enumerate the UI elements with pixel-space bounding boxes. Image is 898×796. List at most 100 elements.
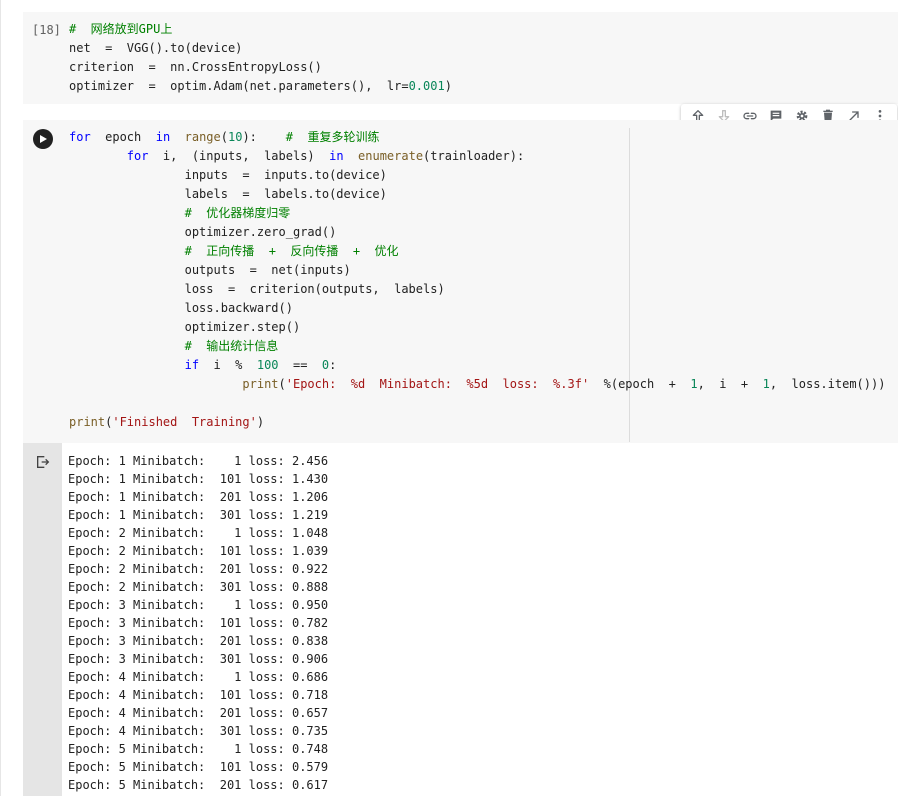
code-line[interactable]: print('Epoch: %d Minibatch: %5d loss: %.… — [69, 375, 885, 394]
output-line: Epoch: 1 Minibatch: 301 loss: 1.219 — [68, 508, 329, 522]
output-line: Epoch: 3 Minibatch: 101 loss: 0.782 — [68, 616, 329, 630]
output-line: Epoch: 2 Minibatch: 101 loss: 1.039 — [68, 544, 329, 558]
code-token: 10 — [227, 130, 243, 144]
code-token: inputs = inputs.to(device) — [69, 168, 387, 182]
output-line: Epoch: 5 Minibatch: 1 loss: 0.748 — [68, 742, 329, 756]
code-token: 100 — [256, 358, 279, 372]
output-line: Epoch: 5 Minibatch: 101 loss: 0.579 — [68, 760, 329, 774]
code-token: 1 — [762, 377, 770, 391]
code-token: for — [126, 149, 149, 163]
code-token: for — [69, 130, 91, 144]
code-token: # 重复多轮训练 — [285, 130, 380, 144]
output-line: Epoch: 2 Minibatch: 201 loss: 0.922 — [68, 562, 329, 576]
output-line: Epoch: 1 Minibatch: 1 loss: 2.456 — [68, 454, 329, 468]
code-token: # 网络放到GPU上 — [69, 22, 173, 36]
code-line[interactable]: outputs = net(inputs) — [69, 261, 351, 280]
code-token: ) — [444, 79, 452, 93]
code-token: 1 — [690, 377, 698, 391]
code-token: epoch — [90, 130, 156, 144]
code-line[interactable]: optimizer.zero_grad() — [69, 223, 337, 242]
code-token: optimizer = optim.Adam(net.parameters(),… — [69, 79, 409, 93]
run-cell-button[interactable] — [33, 129, 53, 149]
code-token: 0.001 — [408, 79, 445, 93]
output-line: Epoch: 3 Minibatch: 1 loss: 0.950 — [68, 598, 329, 612]
code-line[interactable]: # 输出统计信息 — [69, 337, 279, 356]
code-token: loss.backward() — [69, 301, 293, 315]
output-line: Epoch: 4 Minibatch: 201 loss: 0.657 — [68, 706, 329, 720]
output-line: Epoch: 2 Minibatch: 1 loss: 1.048 — [68, 526, 329, 540]
output-line: Epoch: 4 Minibatch: 301 loss: 0.735 — [68, 724, 329, 738]
play-icon — [40, 135, 47, 143]
code-line[interactable]: print('Finished Training') — [69, 413, 264, 432]
code-token: # 优化器梯度归零 — [184, 206, 291, 220]
output-gutter — [23, 443, 62, 796]
code-token: in — [155, 130, 171, 144]
code-token: # 正向传播 + 反向传播 + 优化 — [184, 244, 399, 258]
code-token: i % — [199, 358, 257, 372]
code-token: ) — [256, 415, 265, 429]
code-token: if — [184, 358, 200, 372]
output-line: Epoch: 4 Minibatch: 1 loss: 0.686 — [68, 670, 329, 684]
code-token: loss = criterion(outputs, labels) — [69, 282, 445, 296]
code-line[interactable]: net = VGG().to(device) — [69, 39, 242, 58]
code-line[interactable]: # 正向传播 + 反向传播 + 优化 — [69, 242, 399, 261]
code-line[interactable]: for i, (inputs, labels) in enumerate(tra… — [69, 147, 524, 166]
code-token: %(epoch + — [589, 377, 691, 391]
output-line: Epoch: 2 Minibatch: 301 loss: 0.888 — [68, 580, 329, 594]
code-line[interactable]: loss.backward() — [69, 299, 293, 318]
code-token: outputs = net(inputs) — [69, 263, 351, 277]
page-left-border — [0, 0, 1, 796]
code-token: 'Epoch: %d Minibatch: %5d loss: %.3f' — [285, 377, 590, 391]
code-token: , i + — [697, 377, 763, 391]
code-token: labels = labels.to(device) — [69, 187, 387, 201]
execution-count: [18] — [32, 23, 61, 37]
code-token: i, (inputs, labels) — [148, 149, 330, 163]
code-line[interactable]: optimizer.step() — [69, 318, 301, 337]
line-length-ruler — [629, 128, 630, 442]
code-line[interactable]: labels = labels.to(device) — [69, 185, 387, 204]
code-token: in — [329, 149, 344, 163]
cell-output: Epoch: 1 Minibatch: 1 loss: 2.456 Epoch: … — [62, 443, 898, 796]
output-line: Epoch: 4 Minibatch: 101 loss: 0.718 — [68, 688, 329, 702]
code-line[interactable]: criterion = nn.CrossEntropyLoss() — [69, 58, 322, 77]
code-token: (trainloader): — [423, 149, 525, 163]
code-token: criterion = nn.CrossEntropyLoss() — [69, 60, 322, 74]
code-cell-1[interactable]: [18] # 网络放到GPU上 net = VGG().to(device) cri… — [23, 12, 898, 104]
code-token: ( — [220, 130, 228, 144]
output-line: Epoch: 1 Minibatch: 201 loss: 1.206 — [68, 490, 329, 504]
code-token: print — [242, 377, 279, 391]
output-line: Epoch: 5 Minibatch: 201 loss: 0.617 — [68, 778, 329, 792]
code-token: enumerate — [358, 149, 424, 163]
code-token: optimizer.zero_grad() — [69, 225, 337, 239]
clear-output-icon[interactable] — [35, 454, 51, 470]
output-line: Epoch: 3 Minibatch: 201 loss: 0.838 — [68, 634, 329, 648]
code-line[interactable]: for epoch in range(10): # 重复多轮训练 — [69, 128, 379, 147]
code-token: range — [184, 130, 221, 144]
output-line: Epoch: 3 Minibatch: 301 loss: 0.906 — [68, 652, 329, 666]
output-line: Epoch: 1 Minibatch: 101 loss: 1.430 — [68, 472, 329, 486]
code-line[interactable]: # 优化器梯度归零 — [69, 204, 291, 223]
code-token: : — [329, 358, 337, 372]
code-cell-2[interactable]: for epoch in range(10): # 重复多轮训练 for i, … — [23, 120, 898, 443]
code-token: 'Finished Training' — [112, 415, 257, 429]
code-token: net = VGG().to(device) — [69, 41, 243, 55]
code-token: , loss.item())) — [769, 377, 886, 391]
code-line[interactable]: if i % 100 == 0: — [69, 356, 337, 375]
code-line[interactable]: inputs = inputs.to(device) — [69, 166, 387, 185]
code-token: ): — [242, 130, 286, 144]
code-token: == — [278, 358, 322, 372]
code-token: print — [69, 415, 106, 429]
code-line[interactable]: # 网络放到GPU上 — [69, 20, 172, 39]
code-line[interactable]: loss = criterion(outputs, labels) — [69, 280, 445, 299]
code-token: optimizer.step() — [69, 320, 301, 334]
code-token: # 输出统计信息 — [184, 339, 279, 353]
code-line[interactable]: optimizer = optim.Adam(net.parameters(),… — [69, 77, 452, 96]
